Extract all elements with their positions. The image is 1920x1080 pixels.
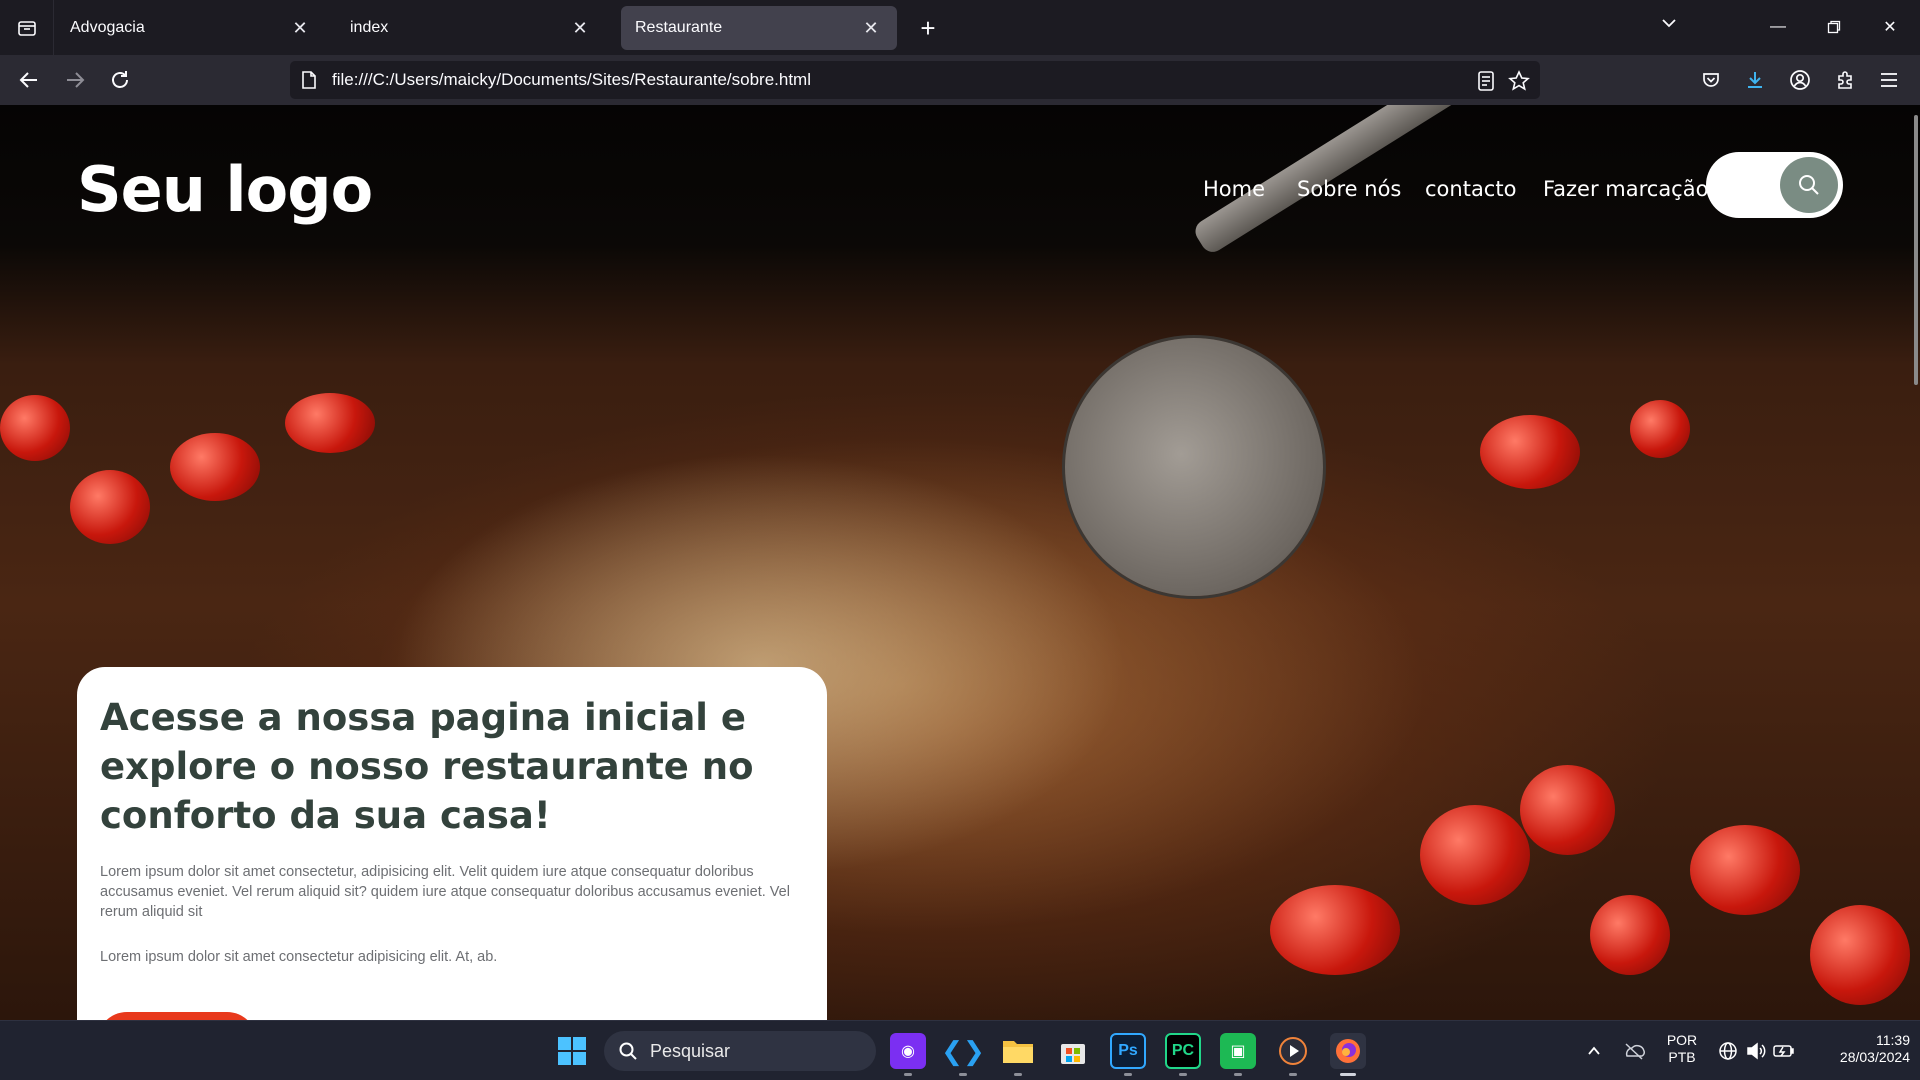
card-paragraph: Lorem ipsum dolor sit amet consectetur a… [100,949,498,965]
page-icon [302,71,316,89]
clock-date: 28/03/2024 [1839,1049,1910,1065]
running-indicator [904,1073,912,1076]
bookmark-star-icon[interactable] [1508,70,1530,92]
navigation-toolbar: file:///C:/Users/maicky/Documents/Sites/… [0,55,1920,105]
pizza-cutter-wheel [1065,338,1323,596]
tomato-decoration [0,395,70,461]
restore-button[interactable] [1812,10,1856,44]
active-indicator [1340,1073,1356,1076]
tomato-decoration [1270,885,1400,975]
clock[interactable]: 11:39 28/03/2024 [1810,1032,1910,1066]
photoshop-icon[interactable]: Ps [1110,1033,1146,1069]
tomato-decoration [70,470,150,544]
tomato-decoration [1590,895,1670,975]
mask-app-icon[interactable]: ◉ [890,1033,926,1069]
vscode-icon[interactable]: ❮❯ [941,1033,985,1069]
pocket-icon[interactable] [1696,65,1726,95]
menu-link-sobre-nos[interactable]: Sobre nós [1297,177,1401,201]
new-tab-button[interactable]: + [912,12,944,44]
close-window-button[interactable]: ✕ [1868,10,1912,44]
menu-link-contacto[interactable]: contacto [1425,177,1516,201]
tab-bar: Advogacia ✕ index ✕ Restaurante ✕ + — ✕ [0,0,1920,55]
tomato-decoration [1420,805,1530,905]
windows-start-icon[interactable] [554,1033,590,1069]
tomato-decoration [285,393,375,453]
running-indicator [1289,1073,1297,1076]
menu-hamburger-icon[interactable] [1874,65,1904,95]
taskbar-search[interactable]: Pesquisar [604,1031,876,1071]
running-indicator [1234,1073,1242,1076]
close-tab-icon[interactable]: ✕ [288,16,312,40]
menu-link-home[interactable]: Home [1203,177,1265,201]
chevron-up-icon[interactable] [1576,1033,1612,1069]
tab-list-icon[interactable] [0,0,54,55]
tomato-decoration [1690,825,1800,915]
card-paragraph: Lorem ipsum dolor sit amet consectetur, … [100,864,790,920]
running-indicator [1014,1073,1022,1076]
tomato-decoration [170,433,260,501]
menu-link-fazer-marcacao[interactable]: Fazer marcação [1543,177,1708,201]
site-logo[interactable]: Seu logo [77,153,373,226]
extensions-icon[interactable] [1830,65,1860,95]
web-page: Seu logo Home Sobre nós contacto Fazer m… [0,105,1920,1020]
running-indicator [1124,1073,1132,1076]
tomato-decoration [1630,400,1690,458]
tab-restaurante[interactable]: Restaurante ✕ [621,6,897,50]
search-button[interactable] [1780,157,1838,213]
reader-view-icon[interactable] [1476,70,1498,92]
downloads-icon[interactable] [1740,65,1770,95]
forward-arrow-icon[interactable] [58,63,92,97]
taskbar: Pesquisar ◉ ❮❯ Ps PC ▣ POR PTB 11:39 28/… [0,1020,1920,1080]
green-app-icon[interactable]: ▣ [1220,1033,1256,1069]
card-action-button[interactable] [97,1012,257,1020]
taskbar-search-placeholder: Pesquisar [650,1040,731,1061]
language-code: POR [1666,1032,1698,1048]
media-player-icon[interactable] [1275,1033,1311,1069]
battery-icon[interactable] [1766,1033,1802,1069]
language-indicator[interactable]: POR PTB [1664,1032,1700,1066]
reload-icon[interactable] [103,63,137,97]
search-icon [619,1042,637,1060]
running-indicator [1179,1073,1187,1076]
url-text[interactable]: file:///C:/Users/maicky/Documents/Sites/… [332,70,811,90]
keyboard-layout: PTB [1668,1049,1696,1065]
microsoft-store-icon[interactable] [1055,1033,1091,1069]
tab-advogacia[interactable]: Advogacia ✕ [56,6,326,50]
clock-time: 11:39 [1876,1032,1910,1048]
back-arrow-icon[interactable] [12,63,46,97]
tab-index[interactable]: index ✕ [336,6,606,50]
tab-label: Restaurante [635,19,723,36]
close-tab-icon[interactable]: ✕ [568,16,592,40]
firefox-icon[interactable] [1330,1033,1366,1069]
running-indicator [959,1073,967,1076]
file-explorer-icon[interactable] [1000,1033,1036,1069]
search-icon [1799,175,1819,195]
tab-label: Advogacia [70,19,145,36]
card-heading: Acesse a nossa pagina inicial e explore … [100,696,754,837]
chevron-down-icon[interactable] [1660,14,1678,37]
minimize-button[interactable]: — [1756,10,1800,44]
tomato-decoration [1480,415,1580,489]
tomato-decoration [1810,905,1910,1005]
address-bar[interactable]: file:///C:/Users/maicky/Documents/Sites/… [290,61,1540,99]
account-icon[interactable] [1785,65,1815,95]
tomato-decoration [1520,765,1615,855]
tab-label: index [350,19,389,36]
intro-card: Acesse a nossa pagina inicial e explore … [77,667,827,1020]
page-scrollbar[interactable] [1914,115,1918,385]
close-tab-icon[interactable]: ✕ [859,16,883,40]
network-off-icon[interactable] [1616,1033,1652,1069]
pycharm-icon[interactable]: PC [1165,1033,1201,1069]
